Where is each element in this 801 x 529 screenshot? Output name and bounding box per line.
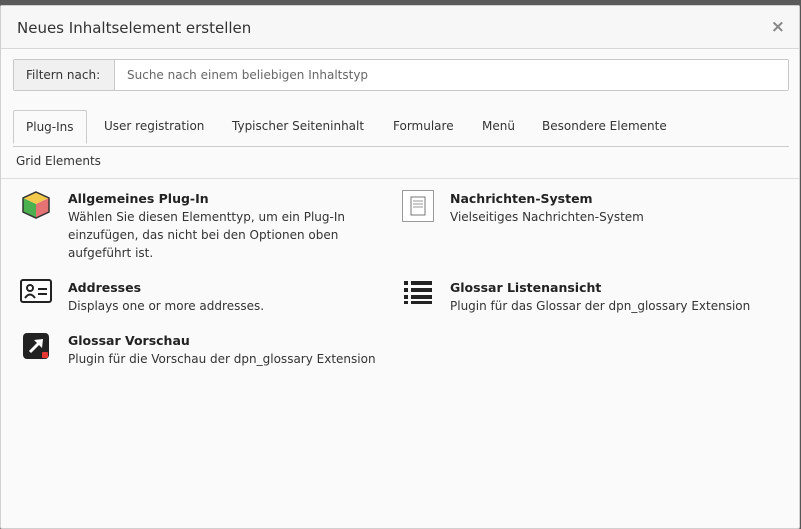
new-content-element-modal: Neues Inhaltselement erstellen × Filtern… <box>0 5 800 529</box>
item-description: einzufügen, das nicht bei den Optionen o… <box>68 228 339 242</box>
tab-besondere-elemente[interactable]: Besondere Elemente <box>530 110 679 143</box>
item-glossar-vorschau[interactable]: Glossar Vorschau Plugin für die Vorschau… <box>20 332 400 368</box>
list-icon <box>402 279 434 311</box>
item-title: Allgemeines Plug-In <box>68 191 209 206</box>
news-document-icon <box>402 190 434 222</box>
item-description: aufgeführt ist. <box>68 246 154 260</box>
item-nachrichten-system[interactable]: Nachrichten-System Vielseitiges Nachrich… <box>402 190 782 226</box>
plugin-cube-icon <box>20 190 52 222</box>
item-description: Vielseitiges Nachrichten-System <box>450 210 644 224</box>
address-card-icon <box>20 279 52 311</box>
item-title: Glossar Listenansicht <box>450 280 602 295</box>
item-description: Plugin für das Glossar der dpn_glossary … <box>450 299 751 313</box>
close-button[interactable]: × <box>771 17 785 37</box>
item-title: Glossar Vorschau <box>68 333 190 348</box>
tab-menu[interactable]: Menü <box>470 110 527 143</box>
tab-user-registration[interactable]: User registration <box>92 110 216 143</box>
tab-content-divider <box>1 178 799 179</box>
tab-typischer-seiteninhalt[interactable]: Typischer Seiteninhalt <box>220 110 376 143</box>
tab-formulare[interactable]: Formulare <box>381 110 466 143</box>
item-description: Wählen Sie diesen Elementtyp, um ein Plu… <box>68 210 345 224</box>
tab-bar: Plug-Ins User registration Typischer Sei… <box>13 110 789 147</box>
item-description: Displays one or more addresses. <box>68 299 265 313</box>
tab-grid-elements[interactable]: Grid Elements <box>13 146 104 176</box>
tab-plug-ins[interactable]: Plug-Ins <box>13 110 87 144</box>
item-glossar-listenansicht[interactable]: Glossar Listenansicht Plugin für das Glo… <box>402 279 792 315</box>
item-title: Addresses <box>68 280 142 295</box>
filter-label: Filtern nach: <box>14 60 115 90</box>
modal-title: Neues Inhaltselement erstellen <box>17 19 252 37</box>
filter-group: Filtern nach: <box>13 59 789 91</box>
external-link-icon <box>20 332 52 364</box>
modal-header: Neues Inhaltselement erstellen × <box>1 6 799 49</box>
item-title: Nachrichten-System <box>450 191 593 206</box>
item-allgemeines-plug-in[interactable]: Allgemeines Plug-In Wählen Sie diesen El… <box>20 190 380 262</box>
filter-search-input[interactable] <box>115 60 788 90</box>
item-addresses[interactable]: Addresses Displays one or more addresses… <box>20 279 380 315</box>
item-description: Plugin für die Vorschau der dpn_glossary… <box>68 352 376 366</box>
